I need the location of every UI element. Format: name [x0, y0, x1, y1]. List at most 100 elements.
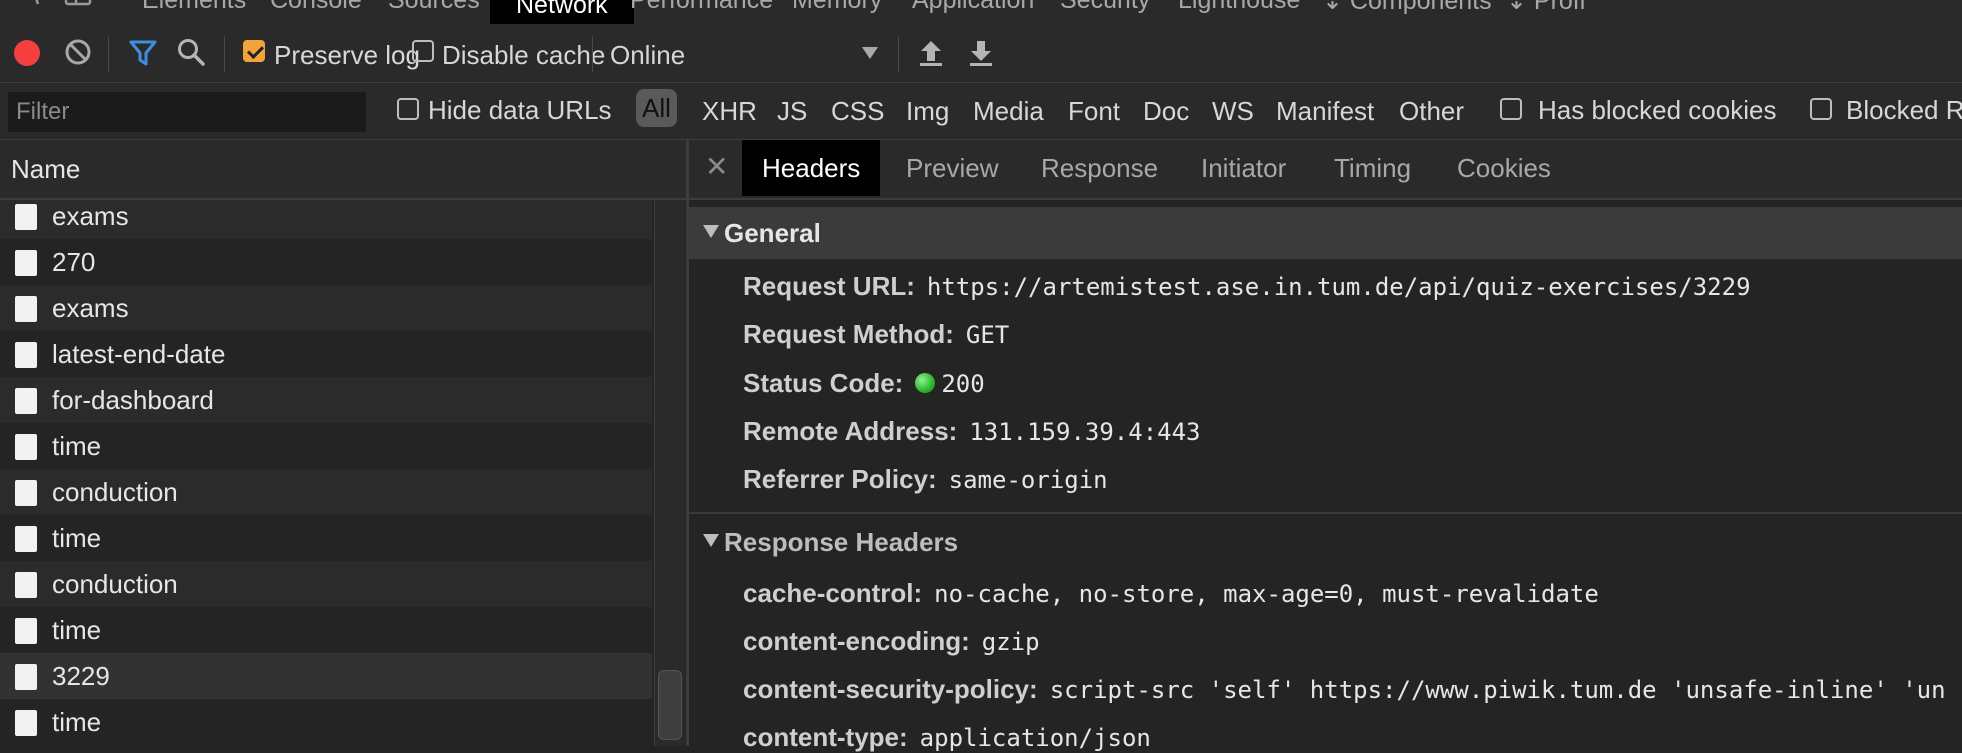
type-filter-other[interactable]: Other	[1399, 96, 1464, 127]
components-icon: ⇣	[1322, 0, 1350, 15]
request-url-value: https://artemistest.ase.in.tum.de/api/qu…	[926, 273, 1751, 301]
clear-icon[interactable]	[64, 38, 92, 66]
type-filter-xhr[interactable]: XHR	[702, 96, 757, 127]
panel-tab-sources[interactable]: Sources	[388, 0, 480, 15]
scrollbar-thumb[interactable]	[658, 670, 682, 740]
response-header-row: content-encoding: gzip	[743, 626, 1040, 657]
triangle-down-icon	[703, 534, 719, 547]
hide-data-urls-checkbox[interactable]	[397, 98, 419, 120]
throttling-select[interactable]: Online	[606, 30, 886, 76]
response-headers-section-title: Response Headers	[724, 527, 959, 557]
request-row[interactable]: exams	[0, 285, 652, 331]
tab-cookies[interactable]: Cookies	[1457, 140, 1551, 196]
panel-tab-network[interactable]: Network	[490, 0, 634, 24]
tab-preview[interactable]: Preview	[906, 140, 998, 196]
request-method-key: Request Method:	[743, 319, 954, 349]
type-filter-media[interactable]: Media	[973, 96, 1044, 127]
response-header-value: gzip	[981, 628, 1040, 656]
file-icon	[15, 526, 37, 552]
response-header-value: application/json	[919, 724, 1151, 752]
panel-tab-components[interactable]: ⇣ Components	[1322, 0, 1492, 16]
request-row[interactable]: conduction	[0, 469, 652, 515]
disable-cache-label[interactable]: Disable cache	[442, 40, 605, 71]
filter-icon[interactable]	[128, 38, 158, 68]
status-code-key: Status Code:	[743, 368, 904, 398]
close-icon[interactable]: ✕	[705, 150, 728, 183]
response-header-row: content-security-policy: script-src 'self…	[743, 674, 1946, 705]
network-toolbar: Preserve log Disable cache Online	[0, 24, 1962, 83]
file-icon	[15, 434, 37, 460]
request-row[interactable]: exams	[0, 200, 652, 239]
blocked-requests-checkbox[interactable]	[1810, 98, 1832, 120]
request-row-selected[interactable]: 3229	[0, 653, 652, 699]
type-filter-font[interactable]: Font	[1068, 96, 1120, 127]
response-header-value: no-cache, no-store, max-age=0, must-reva…	[934, 580, 1599, 608]
panel-tab-security[interactable]: Security	[1060, 0, 1150, 15]
type-filter-img[interactable]: Img	[906, 96, 949, 127]
panel-tab-performance[interactable]: Performance	[630, 0, 773, 15]
request-details-panel: ✕ Headers Preview Response Initiator Tim…	[689, 140, 1962, 752]
panel-tab-bar: Elements Console Sources Network Perform…	[0, 0, 1962, 25]
panel-tab-console[interactable]: Console	[270, 0, 362, 15]
panel-tab-profiler[interactable]: ⇣ Profi	[1506, 0, 1585, 16]
tab-response[interactable]: Response	[1041, 140, 1158, 196]
upload-icon[interactable]	[918, 37, 944, 67]
hide-data-urls-label[interactable]: Hide data URLs	[428, 95, 612, 126]
request-row[interactable]: time	[0, 515, 652, 561]
type-filter-ws[interactable]: WS	[1212, 96, 1254, 127]
file-icon	[15, 296, 37, 322]
record-icon[interactable]	[14, 40, 40, 66]
tab-timing[interactable]: Timing	[1334, 140, 1411, 196]
search-icon[interactable]	[176, 37, 206, 67]
request-row[interactable]: time	[0, 423, 652, 469]
general-section-header[interactable]: General	[689, 207, 1962, 259]
tab-initiator[interactable]: Initiator	[1201, 140, 1286, 196]
request-row[interactable]: 270	[0, 239, 652, 285]
device-toolbar-icon[interactable]	[64, 0, 92, 8]
toolbar-separator	[224, 36, 225, 72]
request-url-key: Request URL:	[743, 271, 915, 301]
response-headers-section-header[interactable]: Response Headers	[689, 512, 1962, 566]
request-row[interactable]: latest-end-date	[0, 331, 652, 377]
name-column-header[interactable]: Name	[0, 140, 686, 200]
panel-tab-application[interactable]: Application	[912, 0, 1034, 15]
request-row[interactable]: time	[0, 607, 652, 653]
preserve-log-label[interactable]: Preserve log	[274, 40, 420, 71]
type-filter-all[interactable]: All	[636, 89, 677, 127]
request-row[interactable]: time	[0, 699, 652, 745]
has-blocked-cookies-checkbox[interactable]	[1500, 98, 1522, 120]
triangle-down-icon	[703, 225, 719, 238]
request-rows: exams 270 exams latest-end-date for-dash…	[0, 200, 652, 746]
inspect-element-icon[interactable]	[18, 0, 48, 6]
type-filter-doc[interactable]: Doc	[1143, 96, 1189, 127]
panel-tab-memory[interactable]: Memory	[792, 0, 882, 15]
has-blocked-cookies-label[interactable]: Has blocked cookies	[1538, 95, 1776, 126]
file-icon	[15, 388, 37, 414]
general-section-title: General	[724, 218, 821, 248]
referrer-policy-row: Referrer Policy: same-origin	[743, 464, 1108, 495]
request-row[interactable]: for-dashboard	[0, 377, 652, 423]
request-method-value: GET	[965, 321, 1010, 349]
type-filter-css[interactable]: CSS	[831, 96, 884, 127]
type-filter-js[interactable]: JS	[777, 96, 807, 127]
download-icon[interactable]	[968, 37, 994, 67]
preserve-log-checkbox[interactable]	[243, 40, 265, 62]
request-row[interactable]: conduction	[0, 561, 652, 607]
toolbar-separator	[898, 36, 899, 72]
panel-tab-elements[interactable]: Elements	[142, 0, 246, 15]
panel-tab-lighthouse[interactable]: Lighthouse	[1178, 0, 1300, 15]
response-header-row: content-type: application/json	[743, 722, 1151, 753]
type-filter-manifest[interactable]: Manifest	[1276, 96, 1374, 127]
name-column-label: Name	[11, 154, 81, 184]
tab-headers[interactable]: Headers	[742, 140, 881, 196]
blocked-requests-label[interactable]: Blocked R	[1846, 95, 1962, 126]
request-method-row: Request Method: GET	[743, 319, 1009, 350]
response-header-value: script-src 'self' https://www.piwik.tum.…	[1049, 676, 1946, 704]
status-ok-icon	[915, 373, 936, 393]
request-url-row: Request URL: https://artemistest.ase.in.t…	[743, 271, 1751, 302]
throttling-value: Online	[610, 40, 686, 70]
disable-cache-checkbox[interactable]	[412, 40, 434, 62]
request-list-scrollbar[interactable]	[654, 200, 685, 746]
file-icon	[15, 664, 37, 690]
filter-input[interactable]	[8, 92, 366, 132]
